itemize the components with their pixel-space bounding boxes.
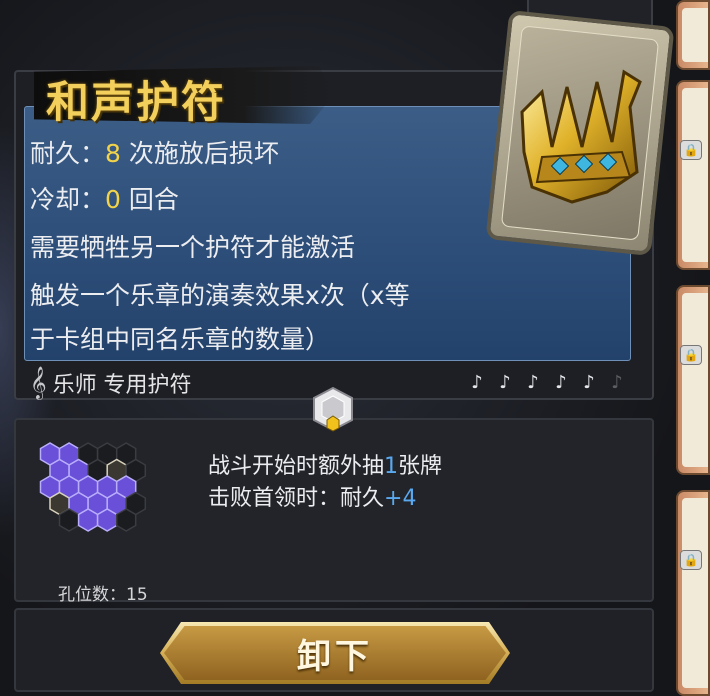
rarity-star-icon: ♪: [527, 372, 539, 393]
socket-gem-icon: [313, 386, 353, 432]
cooldown-line: 冷却：0 回合: [30, 185, 179, 214]
lock-icon: 🔒: [680, 345, 702, 365]
socket-filled[interactable]: [96, 508, 118, 532]
socket-filled[interactable]: [77, 508, 99, 532]
effect-text-line2: 于卡组中同名乐章的数量）: [30, 325, 331, 354]
socket-bonus-draw: 战斗开始时额外抽1张牌: [208, 454, 443, 479]
treble-clef-icon: 𝄞: [30, 366, 47, 399]
unequip-button-label: 卸下: [297, 636, 373, 677]
socket-empty[interactable]: [115, 508, 137, 532]
side-card[interactable]: 🔒: [676, 490, 710, 696]
rarity-star-icon: ♪: [611, 372, 623, 393]
socket-bonus-durability: 击败首领时：耐久+4: [208, 486, 417, 511]
slot-count: 孔位数：15: [58, 585, 148, 605]
socket-hex-grid[interactable]: [36, 440, 186, 580]
side-card[interactable]: 🔒: [676, 80, 710, 270]
side-card[interactable]: 🔒: [676, 285, 710, 475]
effect-text-line1: 触发一个乐章的演奏效果x次（x等: [30, 281, 410, 310]
rarity-star-icon: ♪: [499, 372, 511, 393]
rarity-stars: ♪ ♪ ♪ ♪ ♪ ♪: [466, 372, 628, 394]
class-tag: 𝄞 乐师 专用护符: [30, 366, 192, 400]
lock-icon: 🔒: [680, 550, 702, 570]
requirement-text: 需要牺牲另一个护符才能激活: [30, 233, 356, 262]
class-tag-label: 乐师 专用护符: [52, 373, 192, 398]
item-title: 和声护符: [46, 78, 226, 128]
bonus-durability-value: +4: [384, 486, 417, 511]
rarity-star-icon: ♪: [471, 372, 483, 393]
bonus-draw-value: 1: [384, 454, 399, 479]
right-card-column: 🔒 🔒 🔒: [676, 0, 710, 696]
durability-line: 耐久：8 次施放后损坏: [30, 139, 279, 168]
side-card[interactable]: [676, 0, 710, 70]
durability-value: 8: [105, 139, 121, 168]
rarity-star-icon: ♪: [583, 372, 595, 393]
socket-empty[interactable]: [58, 508, 80, 532]
unequip-button[interactable]: 卸下: [160, 622, 510, 684]
cooldown-value: 0: [105, 185, 121, 214]
harmony-charm-icon: [520, 69, 642, 204]
rarity-star-icon: ♪: [555, 372, 567, 393]
lock-icon: 🔒: [680, 140, 702, 160]
